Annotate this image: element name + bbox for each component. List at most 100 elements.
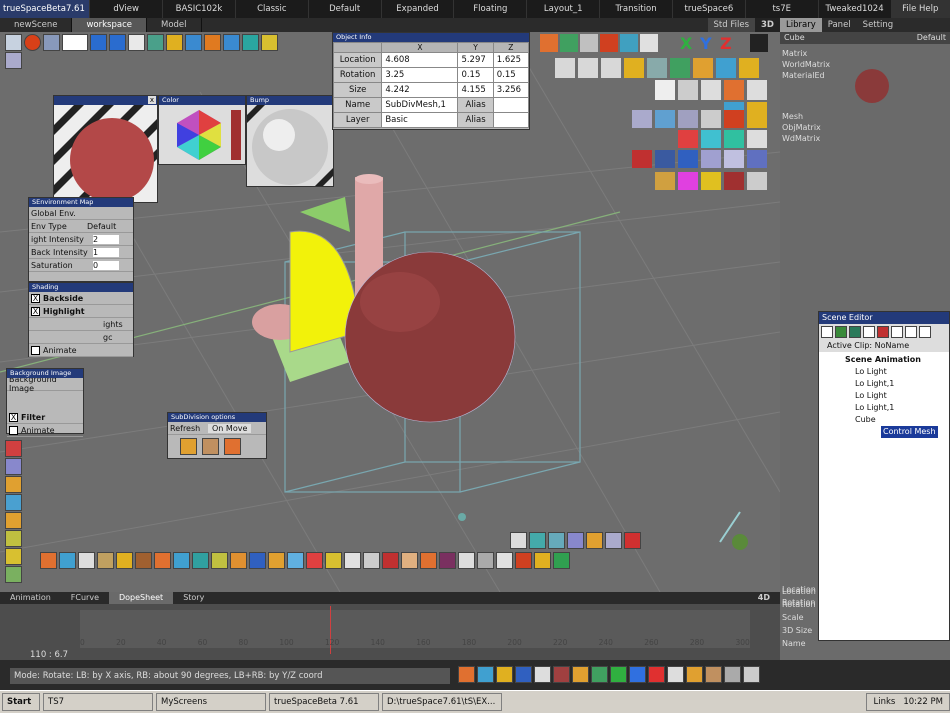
- links-label[interactable]: Links: [873, 694, 895, 710]
- alias-field-2[interactable]: [492, 112, 530, 128]
- torus-icon[interactable]: [242, 33, 259, 51]
- shelf-icon-3[interactable]: [78, 552, 95, 569]
- tab-model[interactable]: Model: [147, 18, 202, 32]
- pencil-icon[interactable]: [261, 33, 278, 51]
- tab-workspace[interactable]: workspace: [72, 18, 147, 32]
- close-icon[interactable]: x: [148, 96, 156, 104]
- size-x[interactable]: 4.242: [381, 82, 459, 98]
- layout-tab-5[interactable]: Expanded: [382, 0, 455, 18]
- status-icon-7[interactable]: [572, 666, 589, 683]
- lathe-icon[interactable]: [5, 458, 22, 475]
- tab-animation[interactable]: Animation: [0, 592, 61, 604]
- status-icon-13[interactable]: [743, 666, 760, 683]
- shelf-icon-11[interactable]: [230, 552, 247, 569]
- tab-story[interactable]: Story: [173, 592, 214, 604]
- taskbar-item[interactable]: trueSpaceBeta 7.61: [269, 693, 379, 711]
- shelf-icon-28[interactable]: [553, 552, 570, 569]
- light-tool-icon[interactable]: [586, 532, 603, 549]
- shelf-icon-26[interactable]: [515, 552, 532, 569]
- tree-control-mesh[interactable]: Control Mesh: [881, 426, 938, 438]
- x-axis-icon[interactable]: [610, 666, 627, 683]
- status-icon-6[interactable]: [553, 666, 570, 683]
- shelf-icon-17[interactable]: [344, 552, 361, 569]
- right-list-item[interactable]: Matrix: [782, 48, 950, 59]
- layout-tab-2[interactable]: BASIC102k: [163, 0, 236, 18]
- status-icon-4[interactable]: [515, 666, 532, 683]
- help-icon[interactable]: [624, 532, 641, 549]
- std-files[interactable]: Std Files: [707, 18, 756, 32]
- wand-icon[interactable]: [5, 530, 22, 547]
- shelf-icon-16[interactable]: [325, 552, 342, 569]
- animate-checkbox[interactable]: [31, 345, 40, 355]
- taskbar-item[interactable]: D:\trueSpace7.61\tS\EX...: [382, 693, 502, 711]
- status-icon-8[interactable]: [591, 666, 608, 683]
- z-axis-icon[interactable]: [648, 666, 665, 683]
- location-z[interactable]: 1.625: [492, 52, 530, 68]
- status-icon-12[interactable]: [724, 666, 741, 683]
- status-icon-5[interactable]: [534, 666, 551, 683]
- start-button[interactable]: Start: [2, 693, 40, 711]
- scene-tool-icon[interactable]: [835, 326, 847, 338]
- star-icon[interactable]: [166, 33, 183, 51]
- shelf-icon-24[interactable]: [477, 552, 494, 569]
- shelf-icon-7[interactable]: [154, 552, 171, 569]
- location-x[interactable]: 4.608: [381, 52, 459, 68]
- global-env-row[interactable]: Global Env.: [29, 207, 133, 220]
- env-type-row[interactable]: Env Type Default: [29, 220, 133, 233]
- filter-row[interactable]: X Filter: [7, 411, 83, 424]
- tab-setting[interactable]: Setting: [857, 18, 899, 32]
- filter-checkbox[interactable]: X: [9, 412, 18, 422]
- scene-tool-icon[interactable]: [877, 326, 889, 338]
- shelf-icon-19[interactable]: [382, 552, 399, 569]
- y-axis-icon[interactable]: [629, 666, 646, 683]
- shelf-icon-8[interactable]: [173, 552, 190, 569]
- scene-tool-icon[interactable]: [849, 326, 861, 338]
- shelf-icon-12[interactable]: [249, 552, 266, 569]
- cone-icon[interactable]: [5, 440, 22, 457]
- shelf-icon-4[interactable]: [97, 552, 114, 569]
- taskbar-item[interactable]: TS7: [43, 693, 153, 711]
- layout-tab-10[interactable]: ts7E: [746, 0, 819, 18]
- cam-tool-icon[interactable]: [605, 532, 622, 549]
- shelf-icon-22[interactable]: [439, 552, 456, 569]
- name-field[interactable]: SubDivMesh,1: [381, 97, 459, 113]
- sphere-tool-icon[interactable]: [204, 33, 221, 51]
- layout-tab-0[interactable]: trueSpaceBeta7.61: [0, 0, 91, 18]
- rotation-y[interactable]: 0.15: [457, 67, 494, 83]
- highlight-row[interactable]: X Highlight: [29, 305, 133, 318]
- subdiv-high-icon[interactable]: [224, 438, 241, 455]
- tree-light[interactable]: Lo Light,1: [823, 402, 949, 414]
- tab-library[interactable]: Library: [780, 18, 822, 32]
- forward-icon[interactable]: [109, 33, 126, 51]
- path-icon[interactable]: [5, 566, 22, 583]
- nav-gizmo[interactable]: [732, 534, 748, 550]
- refresh-row[interactable]: Refresh On Move: [168, 422, 266, 435]
- right-list-item[interactable]: ObjMatrix: [782, 122, 950, 133]
- subdiv-low-icon[interactable]: [180, 438, 197, 455]
- doc-icon[interactable]: [128, 33, 145, 51]
- shelf-icon-20[interactable]: [401, 552, 418, 569]
- layout-tab-8[interactable]: Transition: [600, 0, 673, 18]
- deform-icon[interactable]: [5, 476, 22, 493]
- status-icon-11[interactable]: [705, 666, 722, 683]
- tab-newscene[interactable]: newScene: [0, 18, 73, 32]
- rotation-x[interactable]: 3.25: [381, 67, 459, 83]
- background-label[interactable]: Background Image: [7, 375, 83, 393]
- layout-tab-9[interactable]: trueSpace6: [673, 0, 746, 18]
- arrow-tool-icon[interactable]: [510, 532, 527, 549]
- shelf-icon-5[interactable]: [116, 552, 133, 569]
- tree-light[interactable]: Lo Light,1: [823, 378, 949, 390]
- back-intensity-row[interactable]: Back Intensity 1: [29, 246, 133, 259]
- cube-tool-icon[interactable]: [223, 33, 240, 51]
- layout-tab-3[interactable]: Classic: [236, 0, 309, 18]
- scene-tool-icon[interactable]: [919, 326, 931, 338]
- tab-dopesheet[interactable]: DopeSheet: [109, 592, 174, 604]
- shelf-icon-13[interactable]: [268, 552, 285, 569]
- env-type-value[interactable]: Default: [87, 222, 116, 231]
- shelf-icon-1[interactable]: [40, 552, 57, 569]
- back-intensity-field[interactable]: 1: [93, 247, 119, 257]
- paint-icon[interactable]: [147, 33, 164, 51]
- paint-tool-icon[interactable]: [529, 532, 546, 549]
- file-menu[interactable]: File Help: [891, 0, 950, 18]
- layout-tab-1[interactable]: dView: [90, 0, 164, 18]
